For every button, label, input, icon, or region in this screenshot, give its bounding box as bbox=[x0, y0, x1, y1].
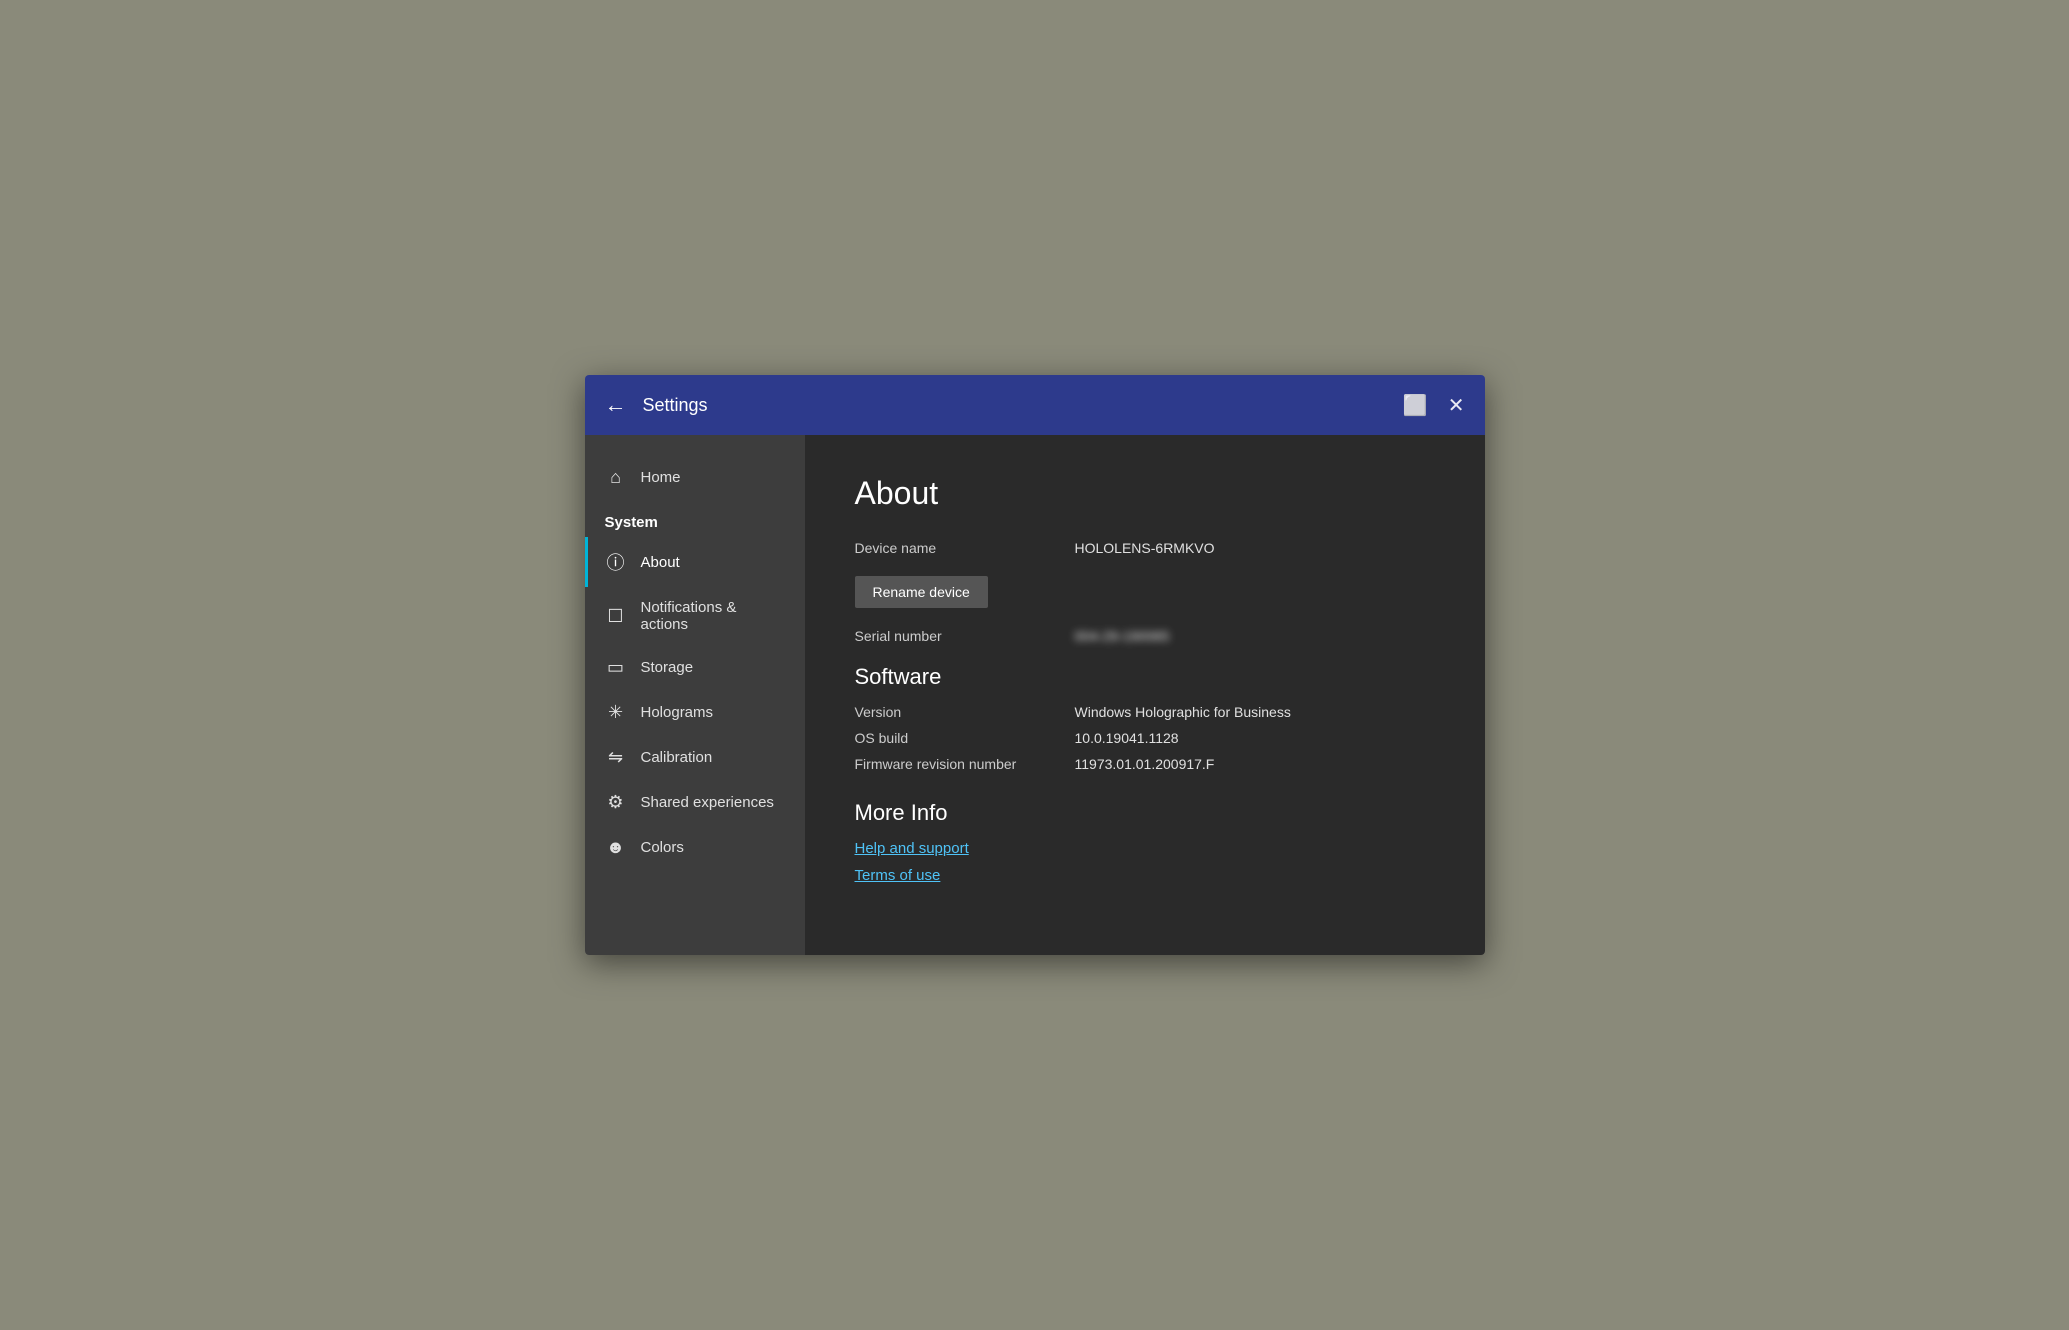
sidebar: ⌂ Home System ⓘ About ☐ Notifications & … bbox=[585, 435, 805, 955]
content-area: About Device name HOLOLENS-6RMKVO Rename… bbox=[805, 435, 1485, 955]
sidebar-label-holograms: Holograms bbox=[641, 704, 714, 721]
sidebar-item-holograms[interactable]: ✳ Holograms bbox=[585, 690, 805, 735]
serial-number-row: Serial number 004-29-190065 bbox=[855, 628, 1435, 644]
sidebar-label-colors: Colors bbox=[641, 839, 684, 856]
serial-number-label: Serial number bbox=[855, 628, 1075, 644]
software-heading: Software bbox=[855, 664, 1435, 690]
info-icon: ⓘ bbox=[605, 549, 627, 575]
sidebar-item-storage[interactable]: ▭ Storage bbox=[585, 645, 805, 690]
main-area: ⌂ Home System ⓘ About ☐ Notifications & … bbox=[585, 435, 1485, 955]
page-title: About bbox=[855, 475, 1435, 512]
version-label: Version bbox=[855, 704, 1075, 720]
titlebar: ← Settings ⬜ ✕ bbox=[585, 375, 1485, 435]
sidebar-label-calibration: Calibration bbox=[641, 749, 713, 766]
os-build-value: 10.0.19041.1128 bbox=[1075, 730, 1179, 746]
firmware-label: Firmware revision number bbox=[855, 756, 1075, 772]
titlebar-left: ← Settings bbox=[605, 394, 708, 416]
sidebar-label-home: Home bbox=[641, 469, 681, 486]
device-name-row: Device name HOLOLENS-6RMKVO bbox=[855, 540, 1435, 556]
serial-number-value: 004-29-190065 bbox=[1075, 628, 1170, 644]
close-button[interactable]: ✕ bbox=[1448, 393, 1465, 418]
os-build-label: OS build bbox=[855, 730, 1075, 746]
sidebar-item-shared[interactable]: ⚙ Shared experiences bbox=[585, 780, 805, 825]
sidebar-label-about: About bbox=[641, 554, 680, 571]
device-name-label: Device name bbox=[855, 540, 1075, 556]
version-row: Version Windows Holographic for Business bbox=[855, 704, 1435, 720]
shared-icon: ⚙ bbox=[605, 792, 627, 813]
firmware-value: 11973.01.01.200917.F bbox=[1075, 756, 1215, 772]
storage-icon: ▭ bbox=[605, 657, 627, 678]
sidebar-label-storage: Storage bbox=[641, 659, 694, 676]
help-and-support-link[interactable]: Help and support bbox=[855, 840, 1435, 857]
sidebar-section-system: System bbox=[585, 500, 805, 537]
titlebar-right: ⬜ ✕ bbox=[1403, 393, 1465, 418]
more-info-heading: More Info bbox=[855, 800, 1435, 826]
titlebar-title: Settings bbox=[643, 395, 708, 416]
terms-of-use-link[interactable]: Terms of use bbox=[855, 867, 1435, 884]
version-value: Windows Holographic for Business bbox=[1075, 704, 1291, 720]
os-build-row: OS build 10.0.19041.1128 bbox=[855, 730, 1435, 746]
sidebar-item-about[interactable]: ⓘ About bbox=[585, 537, 805, 587]
window-snap-button[interactable]: ⬜ bbox=[1403, 393, 1428, 418]
device-name-value: HOLOLENS-6RMKVO bbox=[1075, 540, 1215, 556]
rename-device-button[interactable]: Rename device bbox=[855, 576, 988, 608]
sidebar-item-home[interactable]: ⌂ Home bbox=[585, 455, 805, 500]
holograms-icon: ✳ bbox=[605, 702, 627, 723]
colors-icon: ☻ bbox=[605, 837, 627, 858]
settings-window: ← Settings ⬜ ✕ ⌂ Home System ⓘ About ☐ N… bbox=[585, 375, 1485, 955]
back-button[interactable]: ← bbox=[605, 394, 627, 416]
sidebar-label-shared: Shared experiences bbox=[641, 794, 774, 811]
calibration-icon: ⇋ bbox=[605, 747, 627, 768]
notifications-icon: ☐ bbox=[605, 606, 627, 627]
sidebar-label-notifications: Notifications & actions bbox=[641, 599, 785, 633]
sidebar-item-colors[interactable]: ☻ Colors bbox=[585, 825, 805, 870]
home-icon: ⌂ bbox=[605, 467, 627, 488]
firmware-row: Firmware revision number 11973.01.01.200… bbox=[855, 756, 1435, 772]
sidebar-item-notifications[interactable]: ☐ Notifications & actions bbox=[585, 587, 805, 645]
sidebar-item-calibration[interactable]: ⇋ Calibration bbox=[585, 735, 805, 780]
